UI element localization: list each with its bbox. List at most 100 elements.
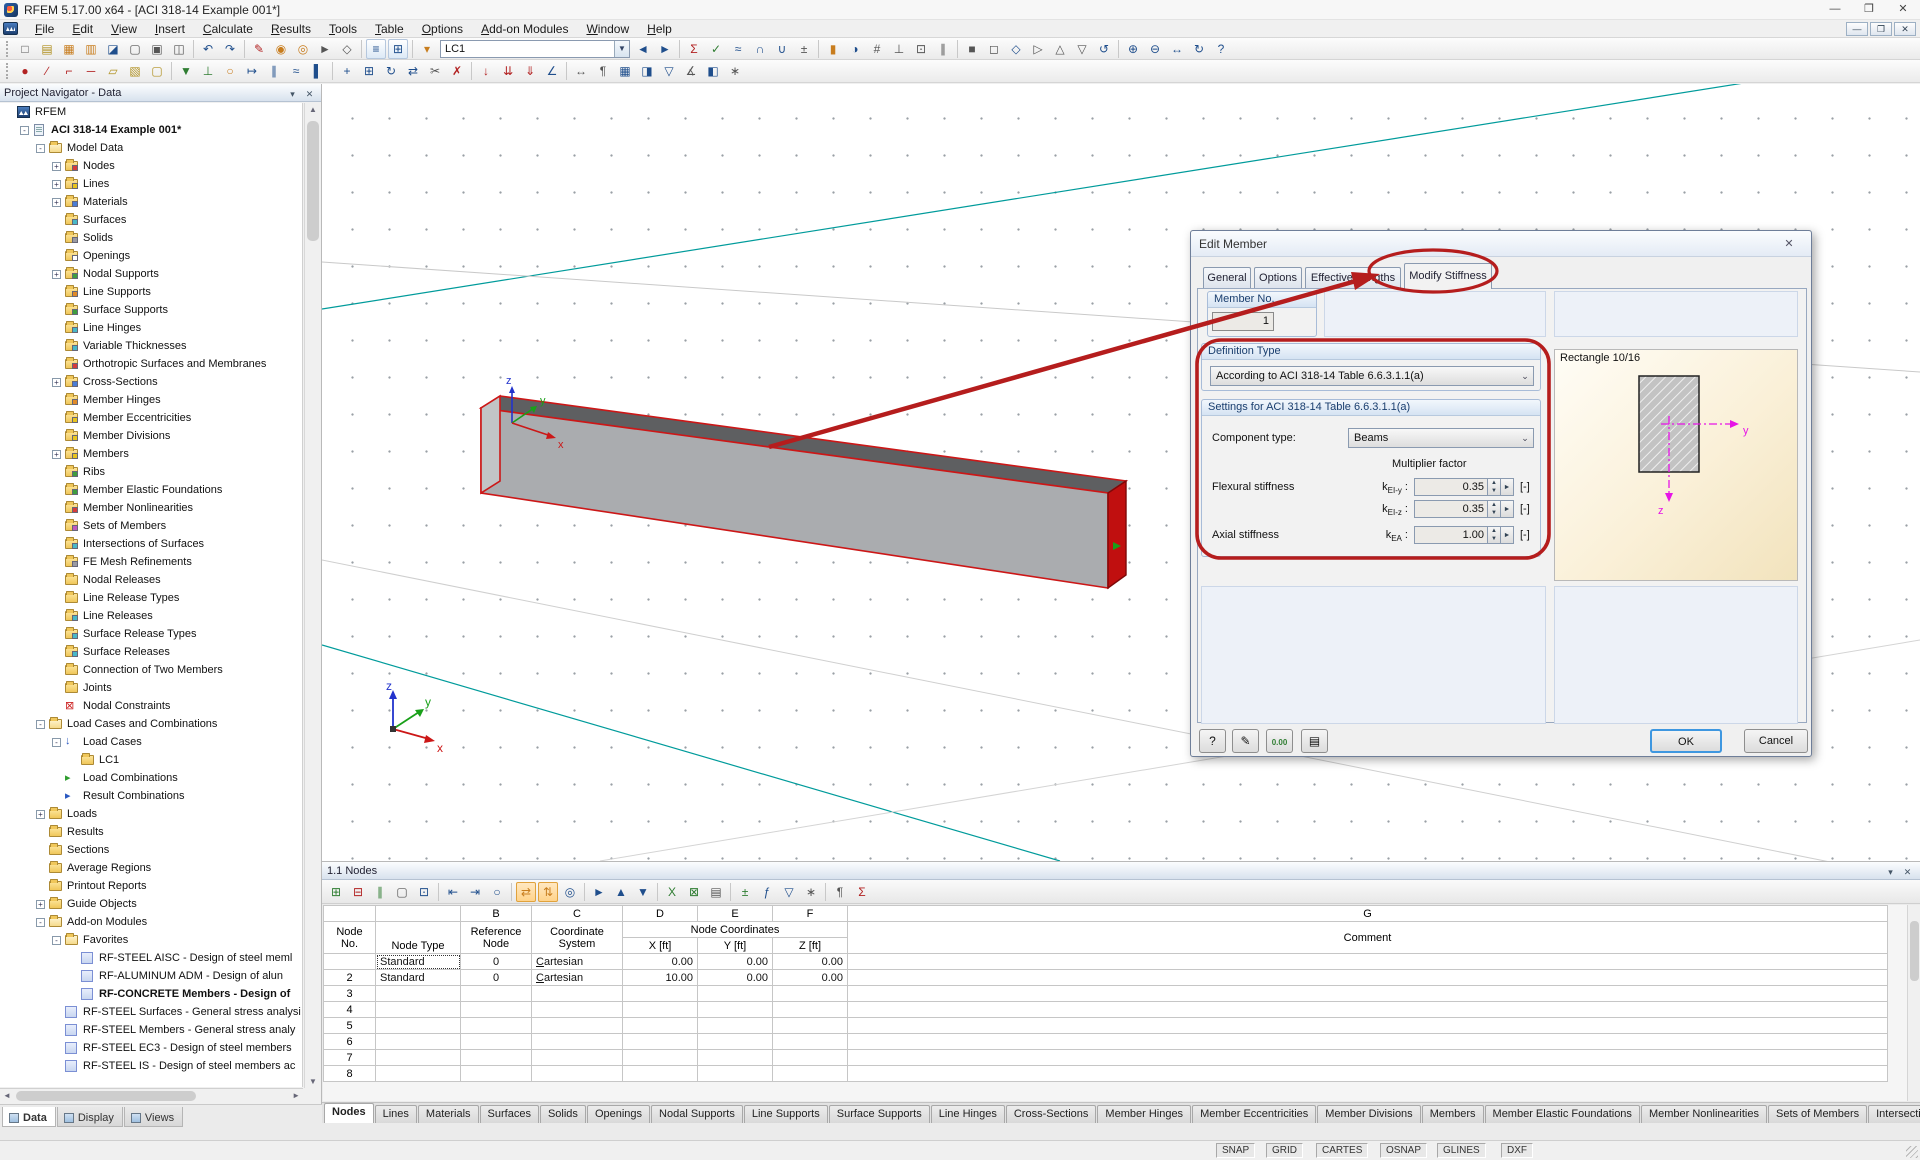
navigator-horizontal-scrollbar[interactable]: ◄ ► — [0, 1088, 303, 1102]
factor-input-ei-z[interactable]: 0.35▲▼► — [1414, 500, 1514, 518]
table-tab-nodal-supports[interactable]: Nodal Supports — [651, 1105, 743, 1123]
tree-item-surfaces[interactable]: Surfaces — [0, 211, 302, 229]
division-icon[interactable]: ∥ — [264, 61, 284, 81]
tree-item-connection-of-two-members[interactable]: Connection of Two Members — [0, 661, 302, 679]
tree-item-intersections-of-surfaces[interactable]: Intersections of Surfaces — [0, 535, 302, 553]
menu-help[interactable]: Help — [638, 20, 681, 38]
navigator-tab-display[interactable]: Display — [57, 1107, 123, 1127]
collapse-icon[interactable]: - — [52, 738, 61, 747]
rib-icon[interactable]: ▌ — [308, 61, 328, 81]
cell-coordinate-system[interactable]: Cartesian — [532, 970, 623, 986]
menu-insert[interactable]: Insert — [146, 20, 194, 38]
new-file-icon[interactable]: □ — [15, 39, 35, 59]
row-down-icon[interactable]: ▼ — [633, 882, 653, 902]
table-tab-line-supports[interactable]: Line Supports — [744, 1105, 828, 1123]
cell-reference-node[interactable] — [461, 986, 532, 1002]
scrollbar-thumb[interactable] — [307, 121, 319, 241]
collapse-icon[interactable]: - — [36, 144, 45, 153]
find-icon[interactable]: ○ — [487, 882, 507, 902]
factor-value[interactable]: 0.35 — [1414, 500, 1488, 518]
panel-icon[interactable]: ▮ — [823, 39, 843, 59]
tree-item-loads[interactable]: +Loads — [0, 805, 302, 823]
table-tab-materials[interactable]: Materials — [418, 1105, 479, 1123]
cell-y[interactable] — [698, 1018, 773, 1034]
imperfection-icon[interactable]: ∠ — [542, 61, 562, 81]
units-button[interactable]: 0.00 — [1266, 729, 1293, 753]
undo-icon[interactable]: ↶ — [198, 39, 218, 59]
row-number-4[interactable]: 4 — [324, 1002, 376, 1018]
surface-load-icon[interactable]: ⇓ — [520, 61, 540, 81]
definition-type-select[interactable]: According to ACI 318-14 Table 6.6.3.1.1(… — [1210, 366, 1534, 386]
maximize-button[interactable]: ❐ — [1852, 0, 1886, 19]
new-solid-icon[interactable]: ▧ — [125, 61, 145, 81]
help-button[interactable]: ? — [1199, 729, 1226, 753]
tree-item-guide-objects[interactable]: +Guide Objects — [0, 895, 302, 913]
jump-top-icon[interactable]: ⇤ — [443, 882, 463, 902]
tree-item-nodes[interactable]: +Nodes — [0, 157, 302, 175]
previous-view-icon[interactable]: ↺ — [1094, 39, 1114, 59]
minimize-button[interactable]: — — [1818, 0, 1852, 19]
column-letter-a[interactable]: A — [376, 906, 461, 922]
spinner-arrows[interactable]: ▲▼ — [1488, 500, 1501, 518]
factor-input-ei-y[interactable]: 0.35▲▼► — [1414, 478, 1514, 496]
status-snap[interactable]: SNAP — [1216, 1143, 1255, 1158]
row-number-8[interactable]: 8 — [324, 1066, 376, 1082]
filter-icon[interactable]: ▽ — [659, 61, 679, 81]
snap-target-icon[interactable]: ◎ — [293, 39, 313, 59]
results-toggle-icon[interactable]: ≈ — [728, 39, 748, 59]
navigator-tab-views[interactable]: Views — [124, 1107, 183, 1127]
dialog-tab-modify-stiffness[interactable]: Modify Stiffness — [1404, 263, 1492, 289]
status-osnap[interactable]: OSNAP — [1380, 1143, 1427, 1158]
edit-mode-icon[interactable]: ✎ — [249, 39, 269, 59]
insert-row-icon[interactable]: ⊞ — [326, 882, 346, 902]
detail-button[interactable]: ► — [1501, 500, 1514, 518]
cell-y[interactable] — [698, 986, 773, 1002]
tree-item-line-releases[interactable]: Line Releases — [0, 607, 302, 625]
cell-reference-node[interactable] — [461, 1034, 532, 1050]
render-solid-icon[interactable]: ■ — [962, 39, 982, 59]
tree-item-load-combinations[interactable]: ▸Load Combinations — [0, 769, 302, 787]
cell-x[interactable]: 10.00 — [623, 970, 698, 986]
collapse-icon[interactable]: - — [20, 126, 29, 135]
close-icon[interactable]: ✕ — [302, 86, 317, 100]
view-z-icon[interactable]: ▽ — [1072, 39, 1092, 59]
collapse-icon[interactable]: - — [36, 720, 45, 729]
toolbar-grip[interactable] — [6, 63, 10, 79]
sync-selection-icon[interactable]: ⇄ — [516, 882, 536, 902]
move-icon[interactable]: + — [337, 61, 357, 81]
cell-y[interactable]: 0.00 — [698, 970, 773, 986]
menu-options[interactable]: Options — [413, 20, 472, 38]
tree-item-rf-steel-members-general-stress-analy[interactable]: RF-STEEL Members - General stress analy — [0, 1021, 302, 1039]
check-icon[interactable]: ✓ — [706, 39, 726, 59]
cell-y[interactable] — [698, 1002, 773, 1018]
tree-item-surface-release-types[interactable]: Surface Release Types — [0, 625, 302, 643]
copy-icon[interactable]: ⊞ — [359, 61, 379, 81]
mdi-close-button[interactable]: ✕ — [1894, 22, 1916, 36]
new-node-icon[interactable]: ● — [15, 61, 35, 81]
cell-y[interactable] — [698, 1066, 773, 1082]
table-tab-openings[interactable]: Openings — [587, 1105, 650, 1123]
tree-item-variable-thicknesses[interactable]: Variable Thicknesses — [0, 337, 302, 355]
cell-node-type[interactable] — [376, 1018, 461, 1034]
open-project-icon[interactable]: ▤ — [37, 39, 57, 59]
column-header-node-type[interactable]: Node Type — [376, 922, 461, 954]
status-cartes[interactable]: CARTES — [1316, 1143, 1368, 1158]
tree-item-solids[interactable]: Solids — [0, 229, 302, 247]
tree-item-load-cases[interactable]: -↓Load Cases — [0, 733, 302, 751]
column-letter-f[interactable]: F — [773, 906, 848, 922]
menu-add-on-modules[interactable]: Add-on Modules — [472, 20, 577, 38]
tree-item-load-cases-and-combinations[interactable]: -Load Cases and Combinations — [0, 715, 302, 733]
scroll-up-icon[interactable]: ▲ — [305, 105, 321, 114]
load-case-icon[interactable]: ▾ — [417, 39, 437, 59]
scrollbar-thumb[interactable] — [16, 1091, 196, 1101]
table-tab-member-nonlinearities[interactable]: Member Nonlinearities — [1641, 1105, 1767, 1123]
load-case-selector[interactable]: LC1▼ — [440, 40, 630, 58]
table-tab-sets-of-members[interactable]: Sets of Members — [1768, 1105, 1867, 1123]
corner-cell[interactable] — [324, 906, 376, 922]
wireframe-icon[interactable]: ◻ — [984, 39, 1004, 59]
edit-comment-button[interactable]: ✎ — [1232, 729, 1259, 753]
tree-item-rf-steel-aisc-design-of-steel-meml[interactable]: RF-STEEL AISC - Design of steel meml — [0, 949, 302, 967]
clipboard-icon[interactable]: ▢ — [125, 39, 145, 59]
status-grid[interactable]: GRID — [1266, 1143, 1303, 1158]
sync-view-icon[interactable]: ⇅ — [538, 882, 558, 902]
